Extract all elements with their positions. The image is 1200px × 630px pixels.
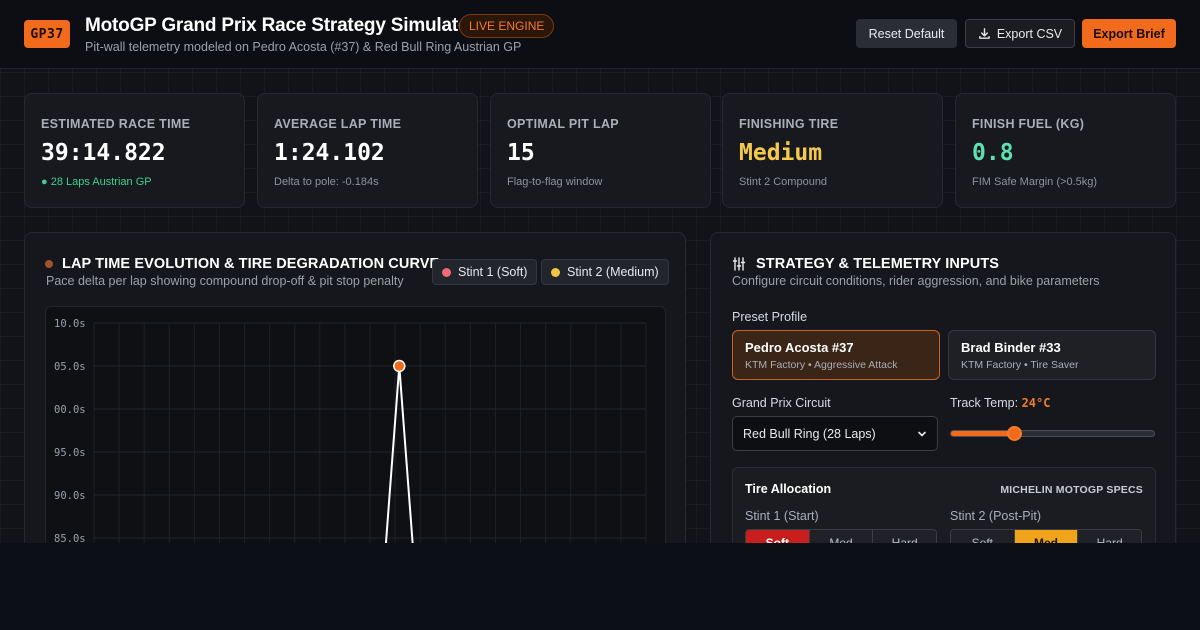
chart-panel-title: LAP TIME EVOLUTION & TIRE DEGRADATION CU…	[62, 256, 440, 272]
strategy-panel: STRATEGY & TELEMETRY INPUTS Configure ci…	[710, 232, 1176, 543]
kpi-sub: Stint 2 Compound	[739, 176, 828, 188]
tire-spec-label: MICHELIN MOTOGP SPECS	[1000, 484, 1143, 496]
stint-2-label: Stint 2 (Post-Pit)	[950, 509, 1041, 523]
lap-time-chart: 10.0s 05.0s 00.0s 95.0s 90.0s 85.0s	[54, 318, 647, 543]
legend-dot-soft	[442, 267, 451, 277]
y-tick-label: 95.0s	[54, 447, 86, 459]
kpi-value: Medium	[739, 140, 823, 166]
kpi-sub: FIM Safe Margin (>0.5kg)	[972, 176, 1098, 188]
kpi-label: Optimal Pit Lap	[507, 117, 619, 131]
track-temp-slider-thumb[interactable]	[1006, 426, 1022, 441]
pit-stop-marker	[393, 359, 406, 373]
sliders-icon	[732, 257, 746, 271]
reset-default-label: Reset Default	[868, 26, 945, 41]
kpi-value: 39:14.822	[41, 140, 166, 166]
kpi-value: 1:24.102	[274, 140, 385, 166]
app-viewport: GP37 MotoGP Grand Prix Race Strategy Sim…	[0, 0, 1200, 543]
preset-desc: KTM Factory • Tire Saver	[961, 359, 1079, 371]
reset-default-button[interactable]: Reset Default	[856, 19, 957, 48]
track-temp-slider-fill	[951, 431, 1014, 436]
kpi-card-finish-fuel: Finish Fuel (kg) 0.8 FIM Safe Margin (>0…	[955, 93, 1176, 208]
track-temp-field: Track Temp: 24°C	[950, 396, 1050, 410]
app-title: MotoGP Grand Prix Race Strategy Simulato…	[85, 15, 477, 36]
kpi-label: Finishing Tire	[739, 117, 839, 131]
stint-1-compound-selector: Soft Med Hard	[745, 529, 937, 543]
stint-2-hard-option[interactable]: Hard	[1078, 530, 1141, 543]
live-engine-badge: LIVE ENGINE	[459, 14, 555, 38]
preset-acosta[interactable]: Pedro Acosta #37 KTM Factory • Aggressiv…	[732, 330, 940, 380]
stint-1-soft-option[interactable]: Soft	[746, 530, 810, 543]
y-tick-label: 90.0s	[54, 490, 86, 502]
series-line-pit-spike	[384, 365, 414, 543]
export-brief-label: Export Brief	[1093, 26, 1165, 41]
circuit-select-value: Red Bull Ring (28 Laps)	[743, 426, 876, 441]
export-csv-button[interactable]: Export CSV	[965, 19, 1075, 48]
kpi-sub: Delta to pole: -0.184s	[274, 176, 379, 188]
stint-2-compound-selector: Soft Med Hard	[950, 529, 1142, 543]
kpi-card-race-time: Estimated Race Time 39:14.822 ● 28 Laps …	[24, 93, 245, 208]
app-logo: GP37	[24, 20, 70, 48]
legend-label: Stint 1 (Soft)	[458, 265, 528, 279]
circuit-label: Grand Prix Circuit	[732, 396, 831, 410]
legend-dot-medium	[551, 267, 560, 277]
track-temp-value: 24°C	[1021, 396, 1051, 410]
legend-stint-2[interactable]: Stint 2 (Medium)	[541, 259, 669, 285]
chevron-down-icon	[918, 431, 926, 436]
strategy-panel-title: STRATEGY & TELEMETRY INPUTS	[756, 256, 1000, 272]
preset-profile-label: Preset Profile	[732, 310, 808, 324]
kpi-value: 15	[507, 140, 535, 166]
kpi-value: 0.8	[972, 140, 1014, 166]
kpi-sub: Flag-to-flag window	[507, 176, 603, 188]
app-subtitle: Pit-wall telemetry modeled on Pedro Acos…	[85, 40, 522, 54]
tire-allocation-box: Tire Allocation MICHELIN MOTOGP SPECS St…	[732, 467, 1156, 543]
kpi-sub: ● 28 Laps Austrian GP	[41, 176, 152, 188]
kpi-card-avg-lap: Average Lap Time 1:24.102 Delta to pole:…	[257, 93, 478, 208]
preset-desc: KTM Factory • Aggressive Attack	[745, 359, 898, 371]
stint-1-medium-option[interactable]: Med	[809, 530, 874, 543]
preset-binder[interactable]: Brad Binder #33 KTM Factory • Tire Saver	[948, 330, 1156, 380]
panel-marker-dot	[45, 260, 53, 268]
download-icon	[979, 28, 990, 39]
track-temp-slider[interactable]	[950, 426, 1155, 441]
circuit-select[interactable]: Red Bull Ring (28 Laps)	[732, 416, 938, 451]
export-brief-button[interactable]: Export Brief	[1082, 19, 1176, 48]
tire-allocation-title: Tire Allocation	[745, 482, 832, 496]
preset-name: Brad Binder #33	[961, 340, 1061, 355]
app-header: GP37 MotoGP Grand Prix Race Strategy Sim…	[0, 0, 1200, 69]
kpi-label: Estimated Race Time	[41, 117, 191, 131]
kpi-label: Finish Fuel (kg)	[972, 117, 1085, 131]
y-tick-label: 05.0s	[54, 361, 86, 373]
y-tick-label: 85.0s	[54, 533, 86, 543]
chart-area: 10.0s 05.0s 00.0s 95.0s 90.0s 85.0s	[45, 306, 666, 543]
preset-name: Pedro Acosta #37	[745, 340, 854, 355]
y-tick-label: 00.0s	[54, 404, 86, 416]
lap-time-chart-panel: LAP TIME EVOLUTION & TIRE DEGRADATION CU…	[24, 232, 686, 543]
stint-1-label: Stint 1 (Start)	[745, 509, 819, 523]
stint-2-soft-option[interactable]: Soft	[951, 530, 1015, 543]
track-temp-label: Track Temp:	[950, 396, 1019, 410]
kpi-label: Average Lap Time	[274, 117, 402, 131]
export-csv-label: Export CSV	[996, 26, 1063, 41]
strategy-panel-subtitle: Configure circuit conditions, rider aggr…	[732, 274, 1100, 288]
legend-label: Stint 2 (Medium)	[567, 265, 659, 279]
chart-panel-subtitle: Pace delta per lap showing compound drop…	[46, 274, 404, 288]
stint-2-medium-option[interactable]: Med	[1014, 530, 1079, 543]
kpi-card-finishing-tire: Finishing Tire Medium Stint 2 Compound	[722, 93, 943, 208]
legend-stint-1[interactable]: Stint 1 (Soft)	[432, 259, 538, 285]
kpi-card-pit-lap: Optimal Pit Lap 15 Flag-to-flag window	[490, 93, 711, 208]
y-tick-label: 10.0s	[54, 318, 86, 330]
stint-1-hard-option[interactable]: Hard	[873, 530, 936, 543]
